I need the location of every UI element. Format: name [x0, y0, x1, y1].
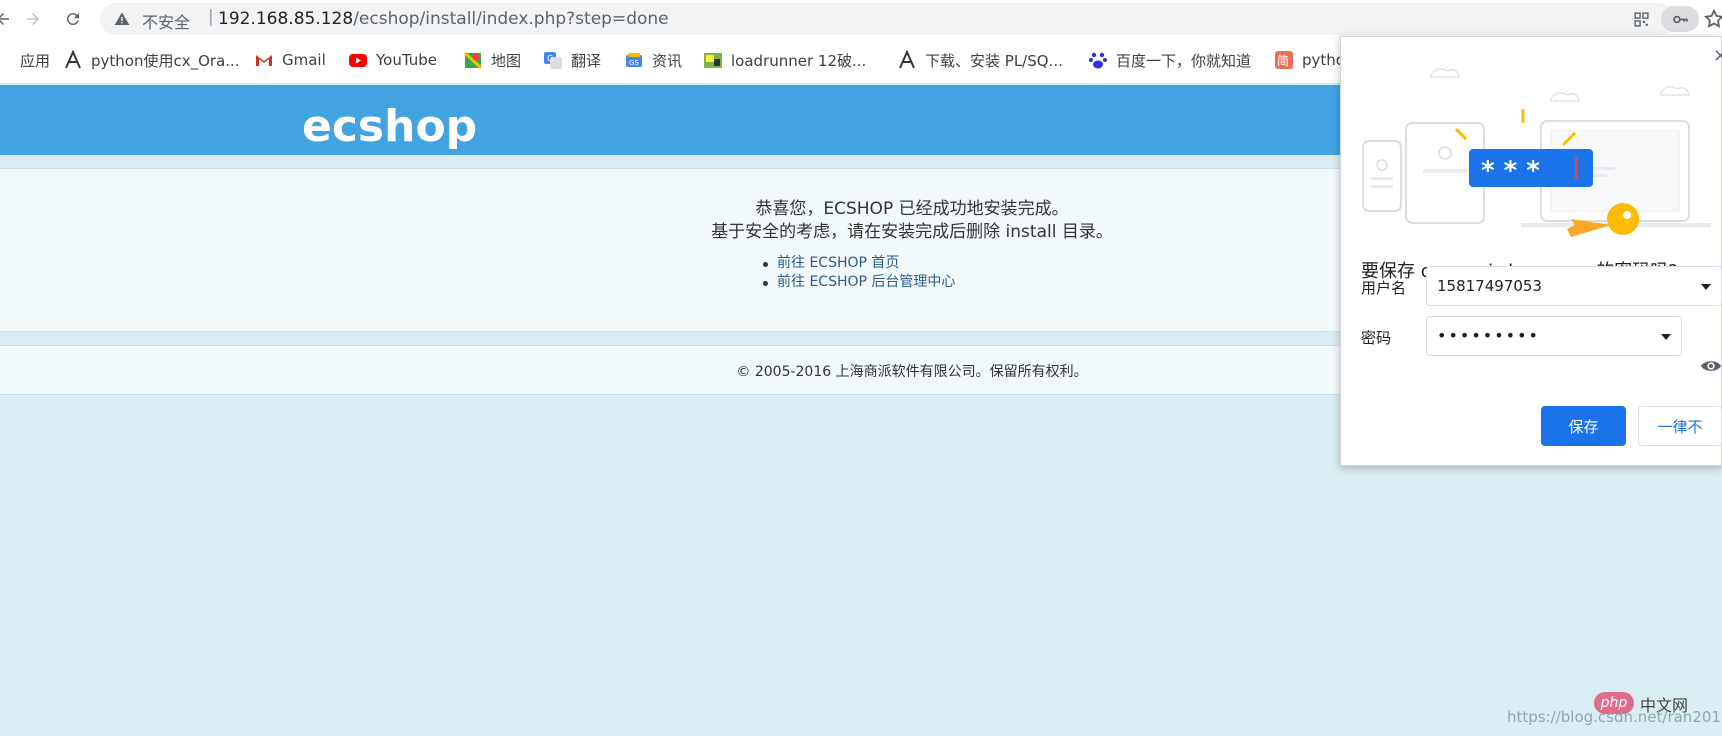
url-separator: |: [208, 7, 214, 27]
svg-text:简: 简: [1277, 54, 1289, 68]
security-label[interactable]: 不安全: [142, 9, 190, 33]
arrow-right-icon: [27, 13, 39, 25]
forward-button[interactable]: [20, 6, 46, 32]
bookmark-news[interactable]: GS 资讯: [624, 49, 682, 71]
password-illustration: * * *: [1362, 68, 1711, 237]
maps-icon: [463, 50, 483, 70]
never-button[interactable]: 一律不: [1638, 406, 1722, 446]
svg-text:GS: GS: [629, 59, 639, 67]
password-key-button[interactable]: [1661, 6, 1699, 32]
bookmark-apps[interactable]: 应用: [0, 49, 50, 71]
bookmark-plsql-install[interactable]: 下载、安装 PL/SQ...: [897, 49, 1063, 71]
bookmark-star-icon[interactable]: [1703, 7, 1722, 31]
save-password-dialog: × * * * 要保存 openapi.shopex.cn 的: [1340, 36, 1722, 466]
qr-code-button[interactable]: [1628, 6, 1654, 32]
blog-icon: [63, 50, 83, 70]
bookmark-youtube[interactable]: YouTube: [348, 49, 437, 71]
news-icon: GS: [624, 50, 644, 70]
reload-icon: [66, 13, 79, 26]
url-text[interactable]: 192.168.85.128/ecshop/install/index.php?…: [218, 9, 669, 29]
arrow-left-icon: [0, 13, 9, 25]
browser-toolbar: 不安全 | 192.168.85.128/ecshop/install/inde…: [0, 0, 1722, 38]
chevron-down-icon: [1661, 334, 1671, 340]
bookmark-maps[interactable]: 地图: [463, 49, 521, 71]
link-ecshop-home[interactable]: 前往 ECSHOP 首页: [763, 254, 955, 273]
chevron-down-icon: [1701, 284, 1711, 290]
bookmark-loadrunner[interactable]: loadrunner 12破...: [703, 49, 866, 71]
bookmark-python-cx-oracle[interactable]: python使用cx_Ora...: [63, 49, 240, 71]
url-path: /ecshop/install/index.php?step=done: [353, 9, 669, 29]
gmail-icon: [254, 50, 274, 70]
blog-watermark-url: https://blog.csdn.net/ran2017: [1507, 708, 1722, 726]
password-value: •••••••••: [1437, 326, 1540, 345]
username-select[interactable]: 15817497053: [1426, 266, 1722, 306]
loadrunner-icon: [703, 50, 723, 70]
svg-text:G: G: [547, 54, 553, 63]
reload-button[interactable]: [60, 6, 86, 32]
ecshop-logo: ecshop: [302, 103, 477, 149]
translate-icon: G: [543, 50, 563, 70]
username-label: 用户名: [1361, 279, 1407, 297]
back-button[interactable]: [0, 6, 16, 32]
qr-code-icon: [1633, 11, 1649, 27]
save-button[interactable]: 保存: [1541, 406, 1626, 446]
bookmark-gmail[interactable]: Gmail: [254, 49, 326, 71]
apps-icon: [0, 50, 12, 70]
password-label: 密码: [1361, 329, 1392, 347]
svg-text:ecshop: ecshop: [302, 103, 477, 149]
close-icon[interactable]: ×: [1713, 45, 1722, 66]
eye-icon[interactable]: [1700, 355, 1722, 377]
password-asterisks: * * *: [1481, 156, 1540, 186]
baidu-icon: [1088, 50, 1108, 70]
bookmark-baidu[interactable]: 百度一下，你就知道: [1088, 49, 1251, 71]
next-steps-list: 前往 ECSHOP 首页 前往 ECSHOP 后台管理中心: [763, 254, 955, 292]
url-host: 192.168.85.128: [218, 9, 354, 29]
youtube-icon: [348, 50, 368, 70]
blog-icon: [897, 50, 917, 70]
link-ecshop-admin[interactable]: 前往 ECSHOP 后台管理中心: [763, 273, 955, 292]
password-select[interactable]: •••••••••: [1426, 316, 1682, 356]
address-bar[interactable]: 不安全 | 192.168.85.128/ecshop/install/inde…: [100, 3, 1699, 35]
bookmark-translate[interactable]: G 翻译: [543, 49, 601, 71]
bookmark-jianshu[interactable]: 简 pytho: [1274, 49, 1345, 71]
jianshu-icon: 简: [1274, 50, 1294, 70]
key-icon: [1672, 15, 1688, 23]
username-value: 15817497053: [1437, 277, 1542, 295]
warning-icon: [114, 12, 130, 25]
